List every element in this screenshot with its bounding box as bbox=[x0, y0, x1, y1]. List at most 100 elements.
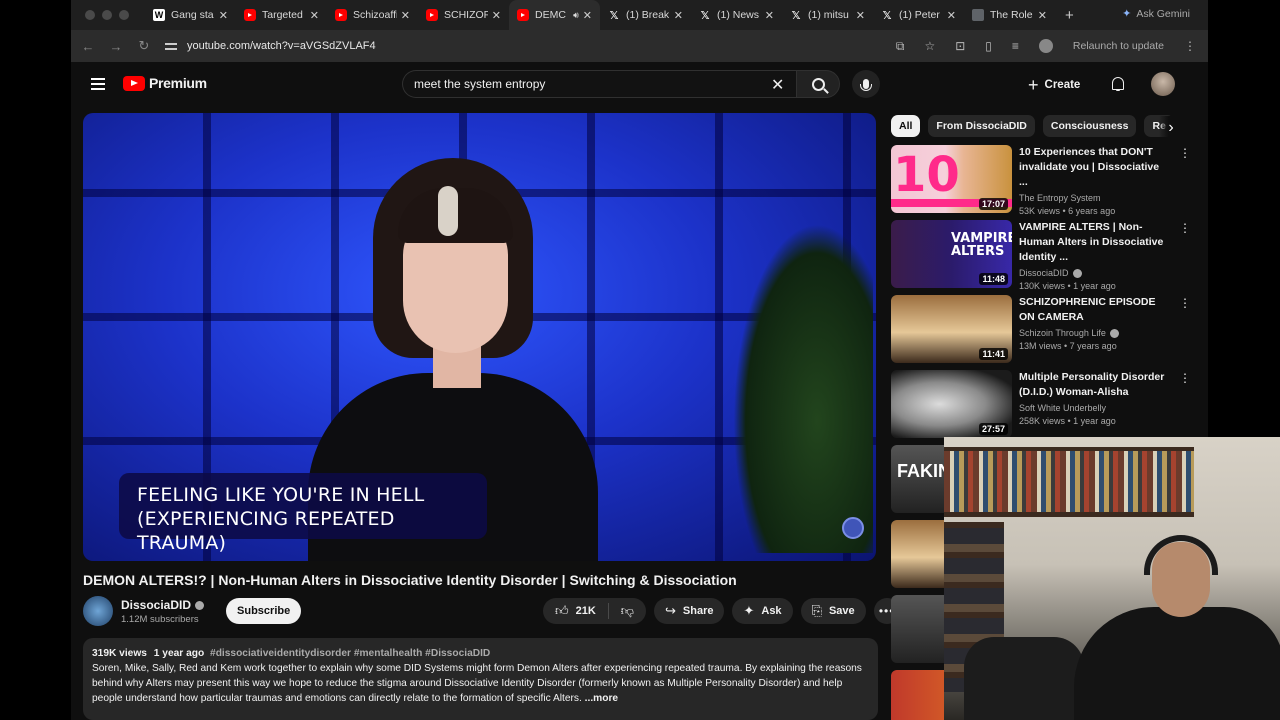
video-owner: DissociaDID 1.12M subscribers Subscribe bbox=[83, 596, 302, 626]
install-app-icon[interactable]: ⧉ bbox=[896, 39, 905, 54]
forward-icon[interactable]: → bbox=[109, 39, 123, 54]
youtube-favicon-icon bbox=[517, 9, 529, 21]
recommendation-channel[interactable]: The Entropy System bbox=[1019, 193, 1169, 203]
close-tab-icon[interactable]: ✕ bbox=[674, 9, 683, 22]
maximize-window-icon[interactable] bbox=[119, 10, 129, 20]
video-thumbnail[interactable]: 10 17:07 bbox=[891, 145, 1012, 213]
recommendation-title[interactable]: 10 Experiences that DON'T invalidate you… bbox=[1019, 145, 1169, 190]
recommendation-title[interactable]: Multiple Personality Disorder (D.I.D.) W… bbox=[1019, 370, 1169, 400]
more-vertical-icon[interactable]: ⋮ bbox=[1179, 372, 1191, 384]
close-tab-icon[interactable]: ✕ bbox=[765, 9, 774, 22]
voice-search-button[interactable] bbox=[852, 70, 880, 98]
notifications-bell-icon[interactable] bbox=[1111, 76, 1125, 92]
show-more-link[interactable]: ...more bbox=[585, 693, 618, 704]
browser-tab[interactable]: SCHIZOF ✕ bbox=[418, 0, 509, 30]
browser-tab[interactable]: 𝕏 (1) News ✕ bbox=[691, 0, 782, 30]
reading-list-icon[interactable]: ≡ bbox=[1012, 39, 1019, 53]
address-bar[interactable]: youtube.com/watch?v=aVGSdZVLAF4 bbox=[165, 40, 376, 52]
more-vertical-icon[interactable]: ⋮ bbox=[1179, 147, 1191, 159]
site-info-icon[interactable] bbox=[165, 41, 177, 51]
close-tab-icon[interactable]: ✕ bbox=[947, 9, 956, 22]
recommendation-item[interactable]: VAMPIRE ALTERS 11:48 VAMPIRE ALTERS | No… bbox=[891, 220, 1191, 291]
recommendation-channel-row[interactable]: DissociaDID bbox=[1019, 268, 1169, 279]
ask-gemini-button[interactable]: ✦ Ask Gemini bbox=[1122, 7, 1190, 21]
recommendation-channel[interactable]: DissociaDID bbox=[1019, 268, 1069, 278]
save-bookmark-icon: ⎘ bbox=[811, 603, 822, 618]
back-icon[interactable]: ← bbox=[81, 39, 95, 54]
chevron-right-icon[interactable]: › bbox=[1159, 116, 1183, 140]
more-vertical-icon[interactable]: ⋮ bbox=[1179, 297, 1191, 309]
caption-line-1: FEELING LIKE YOU'RE IN HELL bbox=[137, 484, 425, 506]
browser-tab[interactable]: 𝕏 (1) mitsu ✕ bbox=[782, 0, 873, 30]
close-tab-icon[interactable]: ✕ bbox=[583, 9, 592, 22]
close-tab-icon[interactable]: ✕ bbox=[219, 9, 228, 22]
video-player[interactable]: FEELING LIKE YOU'RE IN HELL (EXPERIENCIN… bbox=[83, 113, 876, 561]
browser-tab[interactable]: 𝕏 (1) Peter ✕ bbox=[873, 0, 964, 30]
channel-avatar[interactable] bbox=[83, 596, 113, 626]
channel-watermark-icon[interactable] bbox=[842, 517, 864, 539]
dislike-button[interactable]: 👎︎ bbox=[609, 598, 646, 624]
relaunch-button[interactable]: Relaunch to update bbox=[1073, 40, 1164, 52]
close-tab-icon[interactable]: ✕ bbox=[856, 9, 865, 22]
create-button[interactable]: + Create bbox=[1028, 71, 1080, 99]
close-tab-icon[interactable]: ✕ bbox=[310, 9, 319, 22]
subscribe-button[interactable]: Subscribe bbox=[226, 598, 302, 624]
channel-name[interactable]: DissociaDID bbox=[121, 598, 191, 612]
recommendation-channel-row[interactable]: Schizoin Through Life bbox=[1019, 328, 1169, 339]
close-tab-icon[interactable]: ✕ bbox=[1038, 9, 1047, 22]
close-window-icon[interactable] bbox=[85, 10, 95, 20]
search-button[interactable] bbox=[796, 70, 840, 98]
youtube-favicon-icon bbox=[335, 9, 347, 21]
verified-badge-icon bbox=[1109, 329, 1119, 339]
minimize-window-icon[interactable] bbox=[102, 10, 112, 20]
like-button[interactable]: 👍︎ 21K bbox=[543, 598, 608, 624]
browser-tab[interactable]: Targeted ✕ bbox=[236, 0, 327, 30]
recommendation-title[interactable]: SCHIZOPHRENIC EPISODE ON CAMERA bbox=[1019, 295, 1169, 325]
hashtags[interactable]: #dissociativeidentitydisorder #mentalhea… bbox=[210, 648, 490, 659]
save-button[interactable]: ⎘ Save bbox=[800, 598, 866, 624]
tab-label: (1) News bbox=[717, 9, 760, 21]
browser-menu-icon[interactable]: ⋮ bbox=[1184, 39, 1196, 53]
recommendation-channel[interactable]: Soft White Underbelly bbox=[1019, 403, 1169, 413]
video-thumbnail[interactable]: 27:57 bbox=[891, 370, 1012, 438]
video-thumbnail[interactable]: VAMPIRE ALTERS 11:48 bbox=[891, 220, 1012, 288]
video-thumbnail[interactable]: 11:41 bbox=[891, 295, 1012, 363]
url-text[interactable]: youtube.com/watch?v=aVGSdZVLAF4 bbox=[187, 40, 376, 52]
browser-tab[interactable]: 𝕏 (1) Break ✕ bbox=[600, 0, 691, 30]
ask-button[interactable]: ✦ Ask bbox=[732, 598, 793, 624]
recommendation-item[interactable]: 10 17:07 10 Experiences that DON'T inval… bbox=[891, 145, 1191, 216]
clear-search-icon[interactable]: ✕ bbox=[771, 75, 784, 95]
recommendation-channel[interactable]: Schizoin Through Life bbox=[1019, 328, 1106, 338]
youtube-logo[interactable]: Premium bbox=[123, 75, 207, 91]
side-panel-icon[interactable]: ▯ bbox=[985, 39, 992, 53]
reload-icon[interactable]: ↻ bbox=[137, 38, 151, 54]
share-button[interactable]: ↪ Share bbox=[653, 598, 725, 624]
description-box[interactable]: 319K views 1 year ago #dissociativeident… bbox=[83, 638, 878, 720]
create-label: Create bbox=[1044, 79, 1081, 91]
bookmark-star-icon[interactable]: ☆ bbox=[924, 39, 935, 53]
audio-playing-icon[interactable]: 🔊︎ bbox=[573, 10, 579, 21]
browser-tab[interactable]: Schizoaffi ✕ bbox=[327, 0, 418, 30]
plant-decor bbox=[733, 223, 873, 553]
account-avatar[interactable] bbox=[1151, 72, 1175, 96]
browser-tab[interactable]: W Gang sta ✕ bbox=[145, 0, 236, 30]
chip-all[interactable]: All bbox=[891, 115, 921, 137]
close-tab-icon[interactable]: ✕ bbox=[401, 9, 410, 22]
search-input[interactable]: meet the system entropy bbox=[402, 70, 796, 98]
chip-consciousness[interactable]: Consciousness bbox=[1042, 115, 1137, 137]
chip-from-channel[interactable]: From DissociaDID bbox=[928, 115, 1035, 137]
extensions-icon[interactable]: ⊡ bbox=[955, 39, 965, 53]
browser-tab[interactable]: The Role ✕ bbox=[964, 0, 1055, 30]
channel-name-row[interactable]: DissociaDID bbox=[121, 598, 205, 612]
browser-tab[interactable]: DEMC 🔊︎ ✕ bbox=[509, 0, 600, 30]
new-tab-icon[interactable]: + bbox=[1065, 7, 1074, 24]
guide-menu-icon[interactable] bbox=[91, 78, 105, 90]
ask-gemini-label: Ask Gemini bbox=[1136, 7, 1190, 20]
search-query[interactable]: meet the system entropy bbox=[414, 77, 545, 91]
more-vertical-icon[interactable]: ⋮ bbox=[1179, 222, 1191, 234]
recommendation-item[interactable]: 27:57 Multiple Personality Disorder (D.I… bbox=[891, 370, 1191, 438]
recommendation-item[interactable]: 11:41 SCHIZOPHRENIC EPISODE ON CAMERA Sc… bbox=[891, 295, 1191, 363]
close-tab-icon[interactable]: ✕ bbox=[492, 9, 501, 22]
recommendation-title[interactable]: VAMPIRE ALTERS | Non-Human Alters in Dis… bbox=[1019, 220, 1169, 265]
profile-icon[interactable] bbox=[1038, 39, 1053, 53]
